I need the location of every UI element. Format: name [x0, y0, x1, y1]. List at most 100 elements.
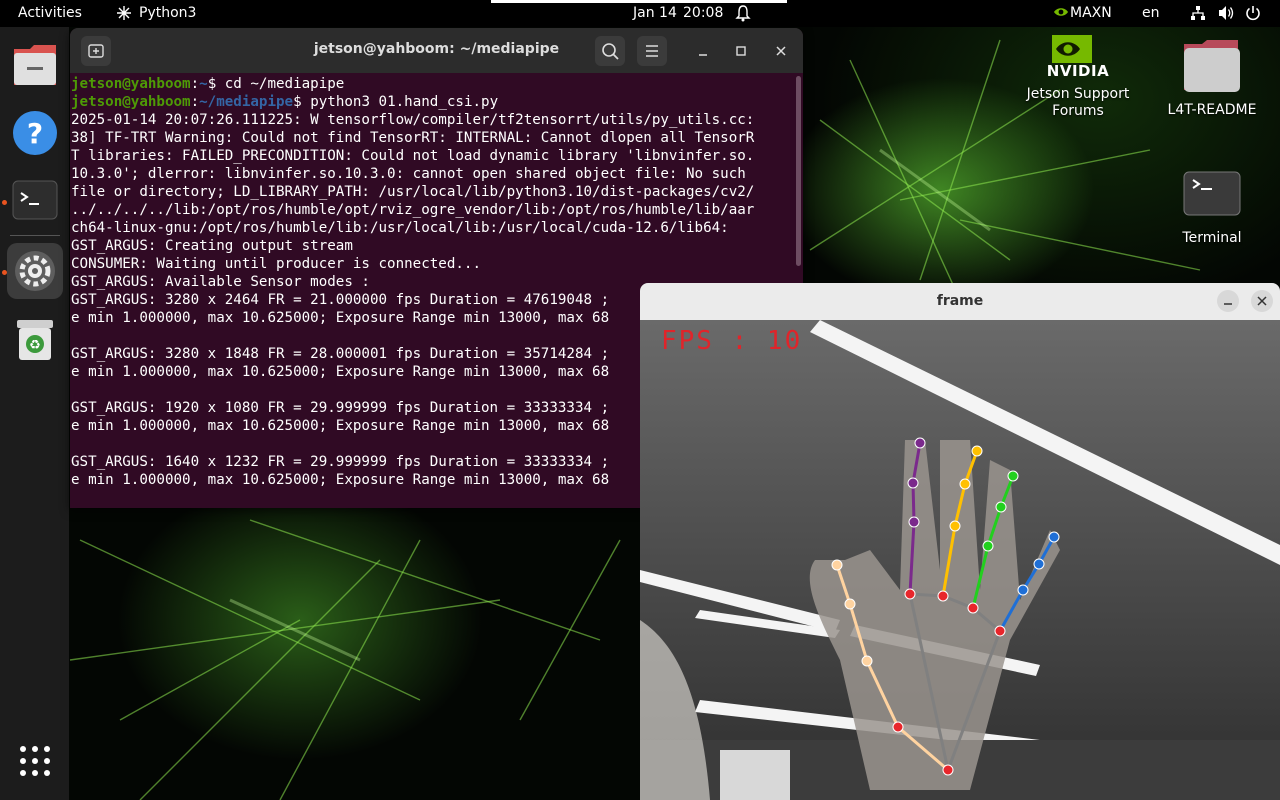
- hand-landmark: [831, 559, 843, 571]
- clock-time[interactable]: 20:08: [683, 5, 723, 22]
- terminal-maximize-button[interactable]: [728, 38, 754, 64]
- prompt-separator: :: [190, 94, 200, 110]
- hand-landmark: [1007, 470, 1019, 482]
- hand-landmark: [844, 598, 856, 610]
- maximize-icon: [736, 46, 746, 56]
- notification-bell-icon[interactable]: [735, 4, 751, 27]
- hand-bone: [946, 630, 1002, 771]
- desktop-terminal-launcher[interactable]: [1183, 170, 1241, 218]
- volume-icon[interactable]: [1218, 5, 1235, 26]
- terminal-icon: [12, 180, 58, 220]
- fps-counter: FPS : 10: [661, 326, 803, 356]
- terminal-line: jetson@yahboom:~/mediapipe$ python3 01.h…: [71, 93, 799, 111]
- hand-landmark: [967, 602, 979, 614]
- hand-bone: [911, 442, 922, 484]
- power-mode-label[interactable]: MAXN: [1070, 5, 1112, 22]
- grid-icon: [20, 746, 50, 776]
- frame-window[interactable]: frame FPS: 10: [640, 283, 1280, 800]
- hand-landmark: [1048, 531, 1060, 543]
- network-icon[interactable]: [1190, 5, 1206, 26]
- terminal-titlebar[interactable]: jetson@yahboom: ~/mediapipe: [70, 28, 803, 73]
- terminal-line: T libraries: FAILED_PRECONDITION: Could …: [71, 148, 755, 164]
- minimize-icon: [1224, 303, 1232, 305]
- hand-landmarks-overlay: [831, 437, 1060, 776]
- hand-landmark: [908, 516, 920, 528]
- hand-bone: [865, 660, 900, 728]
- terminal-desktop-label[interactable]: Terminal: [1152, 230, 1272, 247]
- app-grid-button[interactable]: [19, 745, 51, 777]
- dock-settings-button[interactable]: [7, 243, 63, 299]
- terminal-close-button[interactable]: [768, 38, 794, 64]
- frame-title: frame: [936, 293, 984, 309]
- nvidia-forums-label[interactable]: Jetson Support Forums: [1016, 86, 1140, 120]
- python-app-icon: [116, 5, 134, 26]
- hand-landmark: [861, 655, 873, 667]
- power-icon[interactable]: [1245, 5, 1261, 26]
- hand-landmark: [937, 590, 949, 602]
- readme-label[interactable]: L4T-README: [1152, 102, 1272, 119]
- hand-landmark: [949, 520, 961, 532]
- hand-landmark: [995, 501, 1007, 513]
- terminal-scrollbar[interactable]: [796, 76, 801, 266]
- search-icon: [602, 43, 619, 60]
- clock-date[interactable]: Jan 14: [633, 5, 677, 22]
- dock-terminal-button[interactable]: [7, 173, 63, 229]
- hand-bone: [953, 483, 967, 527]
- activities-button[interactable]: Activities: [18, 5, 82, 22]
- hand-landmark: [904, 588, 916, 600]
- keyboard-language[interactable]: en: [1142, 5, 1160, 22]
- command-text: $ python3 01.hand_csi.py: [293, 94, 499, 110]
- app-menu-label[interactable]: Python3: [139, 5, 196, 22]
- hand-bone: [971, 545, 990, 609]
- settings-running-dot: [2, 270, 7, 275]
- terminal-minimize-button[interactable]: [690, 38, 716, 64]
- hand-bone: [998, 589, 1025, 632]
- terminal-line: 2025-01-14 20:07:26.111225: W tensorflow…: [71, 112, 755, 128]
- terminal-line: ../../../../lib:/opt/ros/humble/opt/rviz…: [71, 202, 755, 218]
- folder-icon: [1184, 40, 1240, 92]
- hand-bone: [848, 603, 869, 662]
- dock-trash-button[interactable]: ♻: [7, 312, 63, 368]
- files-icon: [14, 45, 56, 85]
- hand-landmark: [892, 721, 904, 733]
- terminal-line: 38] TF-TRT Warning: Could not find Tenso…: [71, 130, 755, 146]
- terminal-line: CONSUMER: Waiting until producer is conn…: [71, 256, 481, 272]
- hand-landmark: [959, 478, 971, 490]
- prompt-path: ~: [199, 76, 208, 92]
- frame-close-button[interactable]: [1251, 290, 1273, 312]
- top-bar: Activities Python3 Jan 14 20:08 MAXN en: [0, 0, 1280, 27]
- camera-feed: FPS : 10: [640, 320, 1280, 800]
- screen-share-indicator: [491, 0, 787, 3]
- hand-landmark: [907, 477, 919, 489]
- terminal-line: 10.3.0'; dlerror: libnvinfer.so.10.3.0: …: [71, 166, 746, 182]
- desktop-readme-folder[interactable]: [1180, 38, 1242, 96]
- dock-separator: [10, 235, 60, 236]
- hand-landmark: [1017, 584, 1029, 596]
- frame-titlebar[interactable]: frame: [640, 283, 1280, 320]
- frame-minimize-button[interactable]: [1217, 290, 1239, 312]
- nvidia-forums-label-line1: Jetson Support: [1026, 86, 1130, 102]
- terminal-line: ch64-linux-gnu:/opt/ros/humble/lib:/usr/…: [71, 220, 729, 236]
- terminal-search-button[interactable]: [595, 36, 625, 66]
- hand-landmark: [1033, 558, 1045, 570]
- prompt-user: jetson@yahboom: [71, 94, 191, 110]
- close-icon: [776, 46, 786, 56]
- terminal-icon: [1183, 171, 1241, 216]
- trash-icon: ♻: [17, 320, 53, 360]
- svg-text:?: ?: [27, 117, 43, 150]
- terminal-line: jetson@yahboom:~$ cd ~/mediapipe: [71, 75, 799, 93]
- hand-bone: [941, 525, 957, 597]
- command-text: $ cd ~/mediapipe: [207, 76, 345, 92]
- terminal-menu-button[interactable]: [637, 36, 667, 66]
- help-icon: ?: [13, 111, 57, 155]
- nvidia-forums-label-line2: Forums: [1052, 103, 1104, 119]
- dock-help-button[interactable]: ?: [7, 104, 63, 160]
- prompt-path: ~/mediapipe: [199, 94, 294, 110]
- hand-landmark: [994, 625, 1006, 637]
- nvidia-power-icon[interactable]: [1053, 6, 1069, 24]
- svg-text:♻: ♻: [29, 338, 41, 353]
- dock-files-button[interactable]: [7, 37, 63, 93]
- dock: ? ♻: [0, 27, 69, 800]
- hand-bone: [911, 482, 916, 523]
- minimize-icon: [699, 54, 707, 56]
